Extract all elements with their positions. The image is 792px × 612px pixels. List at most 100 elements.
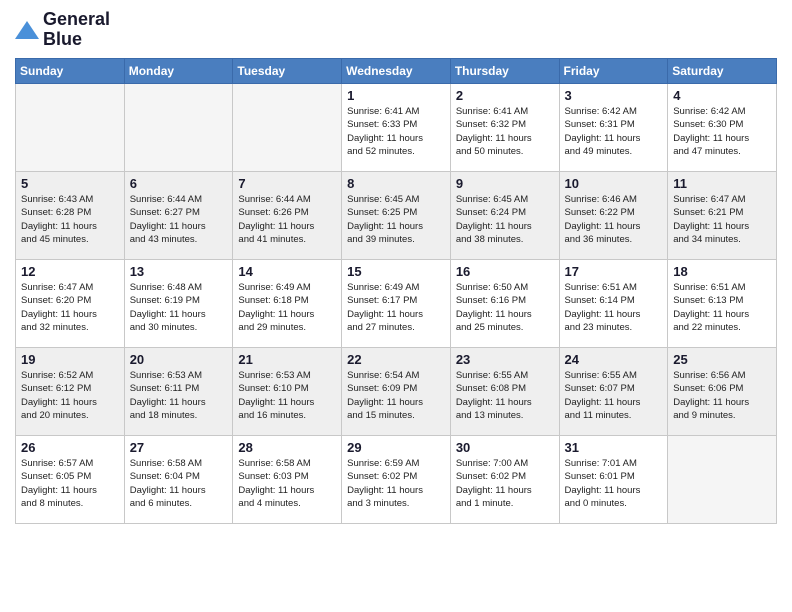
calendar-cell: 18Sunrise: 6:51 AM Sunset: 6:13 PM Dayli… — [668, 260, 777, 348]
weekday-header-tuesday: Tuesday — [233, 59, 342, 84]
logo-blue: Blue — [43, 29, 82, 49]
day-number: 21 — [238, 352, 336, 367]
cell-info: Sunrise: 6:49 AM Sunset: 6:18 PM Dayligh… — [238, 281, 336, 334]
weekday-header-friday: Friday — [559, 59, 668, 84]
calendar-cell: 20Sunrise: 6:53 AM Sunset: 6:11 PM Dayli… — [124, 348, 233, 436]
weekday-header-wednesday: Wednesday — [342, 59, 451, 84]
calendar-cell: 22Sunrise: 6:54 AM Sunset: 6:09 PM Dayli… — [342, 348, 451, 436]
cell-info: Sunrise: 6:57 AM Sunset: 6:05 PM Dayligh… — [21, 457, 119, 510]
calendar-cell: 14 Sunrise: 6:49 AM Sunset: 6:18 PM Dayli… — [233, 260, 342, 348]
calendar-cell — [16, 84, 125, 172]
cell-info: Sunrise: 7:01 AM Sunset: 6:01 PM Dayligh… — [565, 457, 663, 510]
day-number: 4 — [673, 88, 771, 103]
day-number: 26 — [21, 440, 119, 455]
weekday-header-thursday: Thursday — [450, 59, 559, 84]
calendar-cell: 9 Sunrise: 6:45 AM Sunset: 6:24 PM Daylig… — [450, 172, 559, 260]
cell-info: Sunrise: 6:45 AM Sunset: 6:24 PM Dayligh… — [456, 193, 554, 246]
calendar-cell: 12 Sunrise: 6:47 AM Sunset: 6:20 PM Dayli… — [16, 260, 125, 348]
day-number: 2 — [456, 88, 554, 103]
day-number: 3 — [565, 88, 663, 103]
cell-info: Sunrise: 6:44 AM Sunset: 6:26 PM Dayligh… — [238, 193, 336, 246]
calendar-cell: 2 Sunrise: 6:41 AM Sunset: 6:32 PM Daylig… — [450, 84, 559, 172]
cell-info: Sunrise: 6:56 AM Sunset: 6:06 PM Dayligh… — [673, 369, 771, 422]
cell-info: Sunrise: 6:55 AM Sunset: 6:08 PM Dayligh… — [456, 369, 554, 422]
day-number: 14 — [238, 264, 336, 279]
logo-general: General — [43, 9, 110, 29]
calendar-cell: 28 Sunrise: 6:58 AM Sunset: 6:03 PM Dayli… — [233, 436, 342, 524]
day-number: 1 — [347, 88, 445, 103]
cell-info: Sunrise: 6:42 AM Sunset: 6:30 PM Dayligh… — [673, 105, 771, 158]
day-number: 16 — [456, 264, 554, 279]
cell-info: Sunrise: 6:52 AM Sunset: 6:12 PM Dayligh… — [21, 369, 119, 422]
calendar-cell: 16 Sunrise: 6:50 AM Sunset: 6:16 PM Dayli… — [450, 260, 559, 348]
week-row-5: 26 Sunrise: 6:57 AM Sunset: 6:05 PM Dayli… — [16, 436, 777, 524]
cell-info: Sunrise: 6:58 AM Sunset: 6:04 PM Dayligh… — [130, 457, 228, 510]
day-number: 5 — [21, 176, 119, 191]
week-row-3: 12 Sunrise: 6:47 AM Sunset: 6:20 PM Dayli… — [16, 260, 777, 348]
day-number: 15 — [347, 264, 445, 279]
cell-info: Sunrise: 6:48 AM Sunset: 6:19 PM Dayligh… — [130, 281, 228, 334]
calendar-cell: 7 Sunrise: 6:44 AM Sunset: 6:26 PM Daylig… — [233, 172, 342, 260]
calendar-table: SundayMondayTuesdayWednesdayThursdayFrid… — [15, 58, 777, 524]
day-number: 19 — [21, 352, 119, 367]
calendar-cell: 23 Sunrise: 6:55 AM Sunset: 6:08 PM Dayli… — [450, 348, 559, 436]
day-number: 25 — [673, 352, 771, 367]
calendar-cell: 4 Sunrise: 6:42 AM Sunset: 6:30 PM Daylig… — [668, 84, 777, 172]
day-number: 6 — [130, 176, 228, 191]
cell-info: Sunrise: 6:47 AM Sunset: 6:20 PM Dayligh… — [21, 281, 119, 334]
cell-info: Sunrise: 6:58 AM Sunset: 6:03 PM Dayligh… — [238, 457, 336, 510]
calendar-cell: 5 Sunrise: 6:43 AM Sunset: 6:28 PM Daylig… — [16, 172, 125, 260]
calendar-cell: 11Sunrise: 6:47 AM Sunset: 6:21 PM Dayli… — [668, 172, 777, 260]
day-number: 30 — [456, 440, 554, 455]
cell-info: Sunrise: 6:45 AM Sunset: 6:25 PM Dayligh… — [347, 193, 445, 246]
day-number: 24 — [565, 352, 663, 367]
cell-info: Sunrise: 6:47 AM Sunset: 6:21 PM Dayligh… — [673, 193, 771, 246]
cell-info: Sunrise: 6:50 AM Sunset: 6:16 PM Dayligh… — [456, 281, 554, 334]
cell-info: Sunrise: 6:55 AM Sunset: 6:07 PM Dayligh… — [565, 369, 663, 422]
calendar-cell: 19 Sunrise: 6:52 AM Sunset: 6:12 PM Dayli… — [16, 348, 125, 436]
weekday-header-monday: Monday — [124, 59, 233, 84]
calendar-cell — [124, 84, 233, 172]
day-number: 23 — [456, 352, 554, 367]
cell-info: Sunrise: 6:44 AM Sunset: 6:27 PM Dayligh… — [130, 193, 228, 246]
calendar-cell: 27 Sunrise: 6:58 AM Sunset: 6:04 PM Dayli… — [124, 436, 233, 524]
week-row-2: 5 Sunrise: 6:43 AM Sunset: 6:28 PM Daylig… — [16, 172, 777, 260]
cell-info: Sunrise: 6:49 AM Sunset: 6:17 PM Dayligh… — [347, 281, 445, 334]
cell-info: Sunrise: 6:43 AM Sunset: 6:28 PM Dayligh… — [21, 193, 119, 246]
calendar-cell: 29Sunrise: 6:59 AM Sunset: 6:02 PM Dayli… — [342, 436, 451, 524]
calendar-cell: 13 Sunrise: 6:48 AM Sunset: 6:19 PM Dayli… — [124, 260, 233, 348]
calendar-cell: 30Sunrise: 7:00 AM Sunset: 6:02 PM Dayli… — [450, 436, 559, 524]
calendar-cell: 26 Sunrise: 6:57 AM Sunset: 6:05 PM Dayli… — [16, 436, 125, 524]
calendar-cell: 17 Sunrise: 6:51 AM Sunset: 6:14 PM Dayli… — [559, 260, 668, 348]
weekday-header-row: SundayMondayTuesdayWednesdayThursdayFrid… — [16, 59, 777, 84]
cell-info: Sunrise: 6:42 AM Sunset: 6:31 PM Dayligh… — [565, 105, 663, 158]
page: General Blue SundayMondayTuesdayWednesda… — [0, 0, 792, 612]
day-number: 17 — [565, 264, 663, 279]
cell-info: Sunrise: 6:41 AM Sunset: 6:32 PM Dayligh… — [456, 105, 554, 158]
day-number: 20 — [130, 352, 228, 367]
day-number: 12 — [21, 264, 119, 279]
day-number: 9 — [456, 176, 554, 191]
day-number: 29 — [347, 440, 445, 455]
calendar-cell: 25 Sunrise: 6:56 AM Sunset: 6:06 PM Dayli… — [668, 348, 777, 436]
day-number: 27 — [130, 440, 228, 455]
calendar-cell: 6 Sunrise: 6:44 AM Sunset: 6:27 PM Daylig… — [124, 172, 233, 260]
day-number: 28 — [238, 440, 336, 455]
logo: General Blue — [15, 10, 110, 50]
calendar-cell: 24 Sunrise: 6:55 AM Sunset: 6:07 PM Dayli… — [559, 348, 668, 436]
logo-triangle — [15, 21, 39, 39]
cell-info: Sunrise: 6:46 AM Sunset: 6:22 PM Dayligh… — [565, 193, 663, 246]
day-number: 18 — [673, 264, 771, 279]
weekday-header-sunday: Sunday — [16, 59, 125, 84]
day-number: 13 — [130, 264, 228, 279]
day-number: 10 — [565, 176, 663, 191]
day-number: 7 — [238, 176, 336, 191]
header: General Blue — [15, 10, 777, 50]
calendar-cell: 15 Sunrise: 6:49 AM Sunset: 6:17 PM Dayli… — [342, 260, 451, 348]
day-number: 22 — [347, 352, 445, 367]
calendar-cell: 8 Sunrise: 6:45 AM Sunset: 6:25 PM Daylig… — [342, 172, 451, 260]
day-number: 8 — [347, 176, 445, 191]
calendar-cell — [233, 84, 342, 172]
calendar-cell — [668, 436, 777, 524]
cell-info: Sunrise: 6:51 AM Sunset: 6:14 PM Dayligh… — [565, 281, 663, 334]
